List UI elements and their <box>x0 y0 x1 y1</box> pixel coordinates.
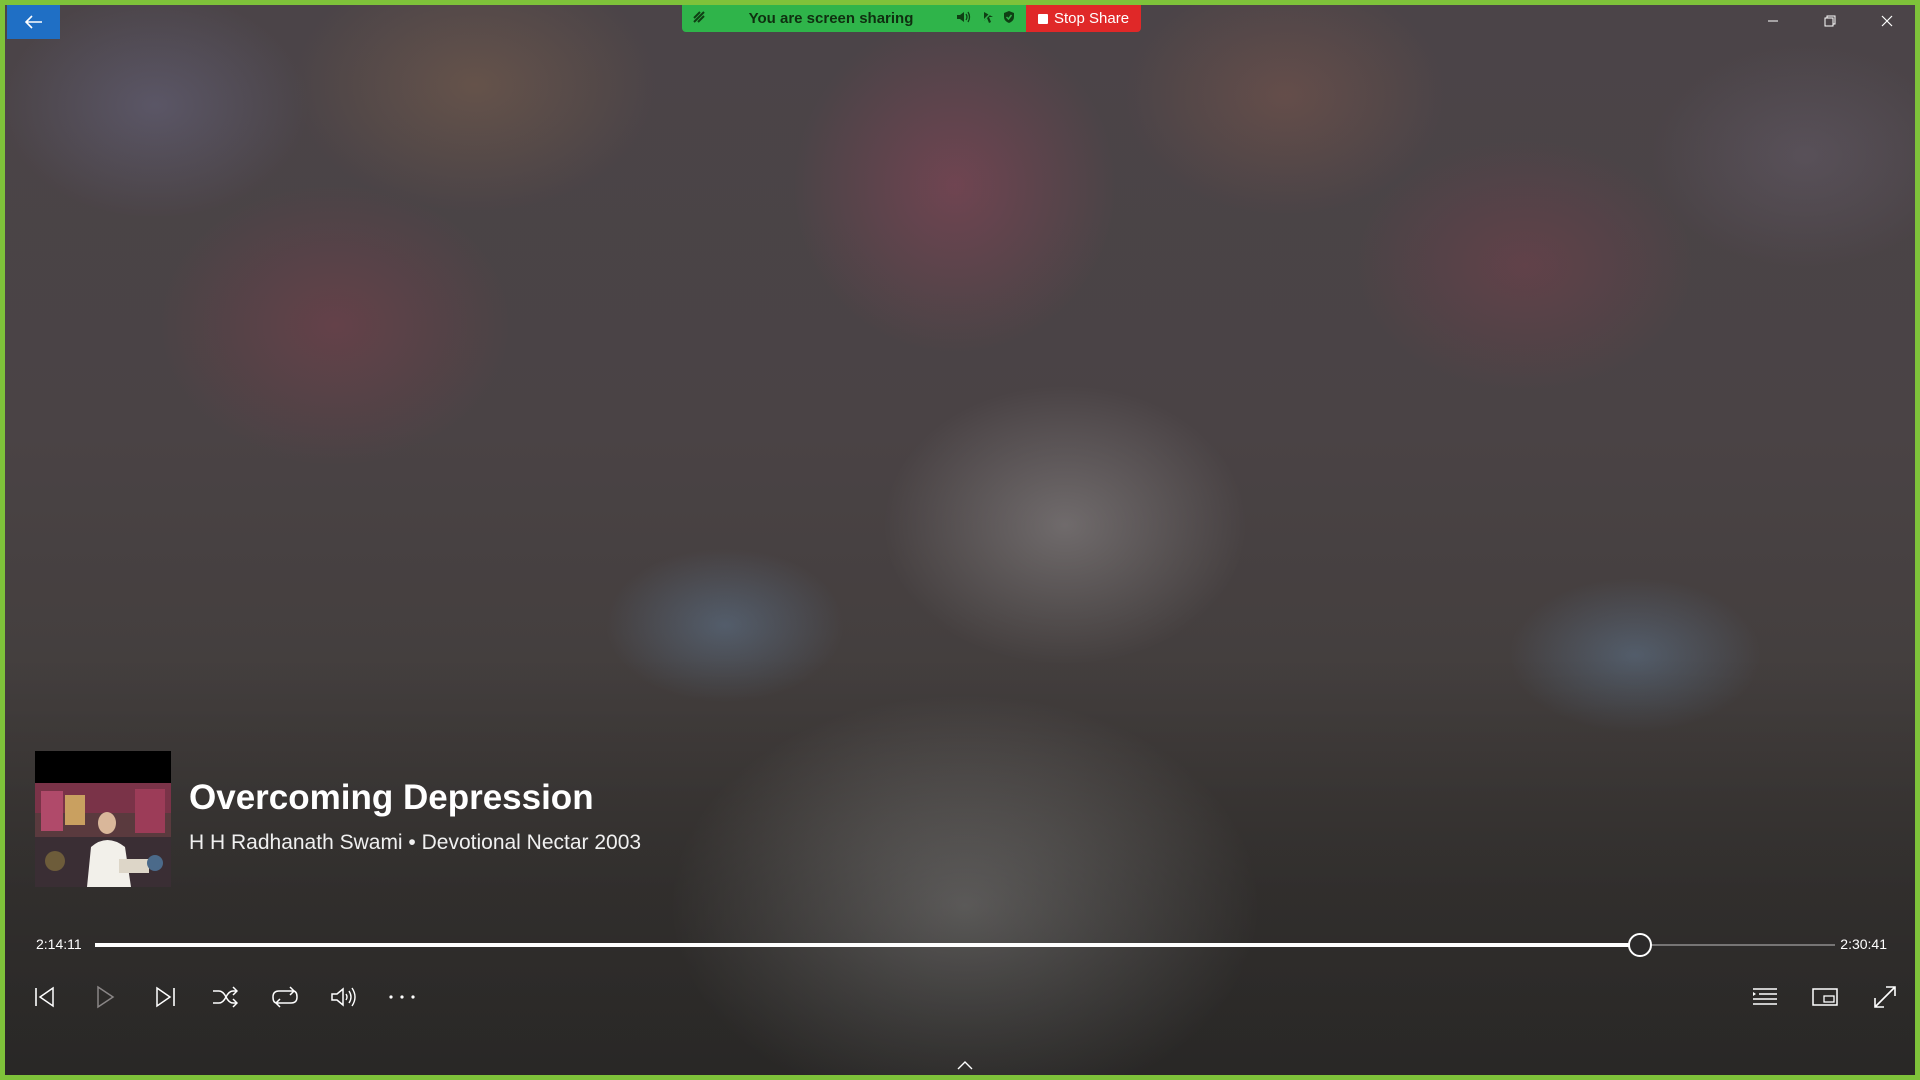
minimize-button[interactable] <box>1744 5 1801 37</box>
next-button[interactable] <box>143 975 187 1019</box>
chevron-up-icon <box>957 1061 973 1070</box>
seek-bar-progress <box>95 943 1641 947</box>
back-button[interactable] <box>7 5 60 39</box>
stop-share-label: Stop Share <box>1054 10 1130 27</box>
mini-view-icon <box>1812 988 1838 1006</box>
play-icon <box>97 985 115 1009</box>
mini-view-button[interactable] <box>1803 975 1847 1019</box>
pointer-off-icon[interactable] <box>980 9 994 28</box>
share-status: You are screen sharing <box>682 5 1026 32</box>
play-button[interactable] <box>83 975 127 1019</box>
shuffle-button[interactable] <box>203 975 247 1019</box>
restore-button[interactable] <box>1801 5 1858 37</box>
full-screen-icon <box>1874 986 1896 1008</box>
close-button[interactable] <box>1858 5 1915 37</box>
previous-icon <box>35 986 54 1008</box>
seek-bar-thumb[interactable] <box>1628 933 1653 957</box>
drag-handle-icon[interactable] <box>692 10 706 28</box>
stop-icon <box>1038 13 1048 24</box>
stop-share-button[interactable]: Stop Share <box>1026 5 1142 32</box>
screen-share-banner: You are screen sharing Stop Share <box>682 5 1142 32</box>
shuffle-icon <box>213 986 238 1008</box>
album-photo <box>35 751 171 887</box>
shield-icon[interactable] <box>1002 10 1016 28</box>
window-controls <box>1744 5 1915 37</box>
audio-icon[interactable] <box>956 10 972 28</box>
media-player-window: You are screen sharing Stop Share Overco… <box>0 0 1920 1080</box>
seek-bar[interactable] <box>95 933 1835 957</box>
share-status-text: You are screen sharing <box>748 10 914 27</box>
full-screen-button[interactable] <box>1863 975 1907 1019</box>
track-title: Overcoming Depression <box>189 778 594 817</box>
volume-button[interactable] <box>322 975 366 1019</box>
repeat-icon <box>272 986 298 1008</box>
track-artist-album[interactable]: H H Radhanath Swami • Devotional Nectar … <box>189 831 641 855</box>
next-icon <box>156 986 175 1008</box>
previous-button[interactable] <box>23 975 67 1019</box>
total-time: 2:30:41 <box>1840 936 1887 952</box>
more-icon <box>389 995 415 999</box>
now-playing-list-button[interactable] <box>1743 975 1787 1019</box>
minimize-icon <box>1767 20 1778 22</box>
volume-icon <box>331 987 356 1007</box>
close-icon <box>1881 15 1892 27</box>
elapsed-time: 2:14:11 <box>36 936 82 952</box>
back-arrow-icon <box>24 15 42 29</box>
expand-chevron-button[interactable] <box>955 1057 975 1073</box>
album-art <box>35 751 171 887</box>
restore-icon <box>1824 15 1835 27</box>
now-playing-list-icon <box>1753 988 1777 1005</box>
more-options-button[interactable] <box>380 975 424 1019</box>
repeat-button[interactable] <box>263 975 307 1019</box>
